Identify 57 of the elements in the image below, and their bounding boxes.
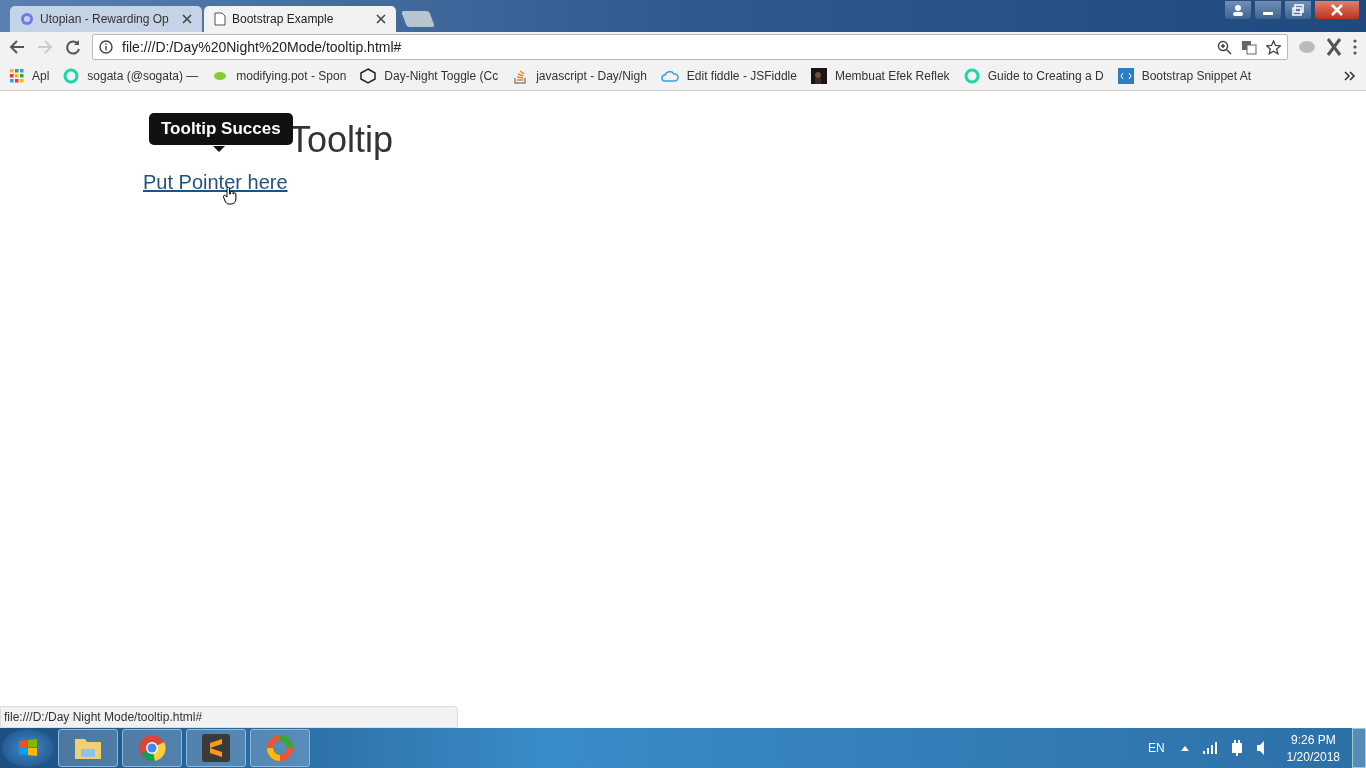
minimize-button[interactable] bbox=[1254, 0, 1282, 20]
profile-button[interactable] bbox=[1224, 0, 1252, 20]
bookmark-item[interactable]: Membuat Efek Reflek bbox=[810, 68, 950, 84]
tab-title: Utopian - Rewarding Op bbox=[40, 12, 170, 26]
page-icon bbox=[214, 12, 226, 26]
star-icon[interactable] bbox=[1266, 39, 1281, 55]
close-icon bbox=[1330, 4, 1344, 16]
tooltip: Tooltip Succes bbox=[149, 113, 293, 145]
ring-icon bbox=[63, 68, 80, 84]
bookmark-item[interactable]: Guide to Creating a D bbox=[963, 68, 1104, 84]
stack-icon bbox=[512, 68, 529, 84]
bookmark-item[interactable]: modifying.pot - Spon bbox=[212, 68, 347, 84]
bookmark-item[interactable]: Bootstrap Snippet At bbox=[1117, 68, 1252, 84]
new-tab-button[interactable] bbox=[401, 11, 435, 27]
link[interactable]: Put Pointer here bbox=[143, 171, 288, 193]
folder-icon[interactable] bbox=[58, 729, 118, 767]
reload-icon[interactable] bbox=[64, 38, 82, 56]
clock-time[interactable]: 9:26 PM bbox=[1290, 732, 1336, 747]
user-icon bbox=[1232, 4, 1244, 16]
browser-tab[interactable]: Bootstrap Example bbox=[204, 6, 396, 32]
speaker-icon[interactable] bbox=[1256, 741, 1265, 755]
caret-icon[interactable] bbox=[1180, 745, 1189, 751]
chevron-icon[interactable] bbox=[1344, 71, 1356, 81]
bookmark-item[interactable]: sogata (@sogata) — bbox=[63, 68, 199, 84]
start-button[interactable] bbox=[2, 729, 54, 767]
ring-icon bbox=[963, 68, 980, 84]
address-bar[interactable]: file:///D:/Day%20Night%20Mode/tooltip.html# bbox=[92, 34, 1288, 60]
language-indicator[interactable]: EN bbox=[1147, 741, 1165, 755]
info-icon bbox=[99, 40, 113, 54]
hand-cursor-icon bbox=[223, 187, 237, 205]
zoom-icon[interactable] bbox=[1217, 39, 1232, 55]
bookmark-item[interactable]: Day-Night Toggle (Cc bbox=[360, 68, 499, 84]
clock-date[interactable]: 1/20/2018 bbox=[1286, 749, 1340, 764]
bookmark-item[interactable]: javascript - Day/Nigh bbox=[512, 68, 647, 84]
translate-icon[interactable] bbox=[1241, 39, 1257, 55]
power-plug-icon[interactable] bbox=[1230, 740, 1243, 756]
restore-icon bbox=[1292, 4, 1304, 16]
tooltip-pointer bbox=[213, 146, 225, 152]
close-icon[interactable] bbox=[182, 14, 192, 24]
sublime-icon[interactable] bbox=[186, 729, 246, 767]
bookmark-item[interactable]: Edit fiddle - JSFiddle bbox=[660, 69, 797, 83]
bookmark-item[interactable]: Apl bbox=[10, 69, 50, 83]
chrome-icon[interactable] bbox=[122, 729, 182, 767]
browser-tab[interactable]: Utopian - Rewarding Op bbox=[10, 6, 202, 32]
tab-title: Bootstrap Example bbox=[232, 12, 335, 26]
x-icon[interactable] bbox=[1326, 38, 1342, 56]
restore-button[interactable] bbox=[1284, 0, 1312, 20]
minimize-icon bbox=[1263, 11, 1273, 15]
close-icon[interactable] bbox=[376, 14, 386, 24]
status-bubble: file:///D:/Day Night Mode/tooltip.html# bbox=[0, 706, 458, 728]
menu-icon[interactable] bbox=[1352, 39, 1358, 55]
apps-icon bbox=[10, 69, 24, 83]
signal-icon[interactable] bbox=[1202, 742, 1217, 754]
bootstrap-icon bbox=[1117, 68, 1134, 84]
cloud-icon bbox=[660, 69, 679, 83]
back-icon[interactable] bbox=[8, 38, 26, 56]
close-button[interactable] bbox=[1314, 0, 1360, 20]
